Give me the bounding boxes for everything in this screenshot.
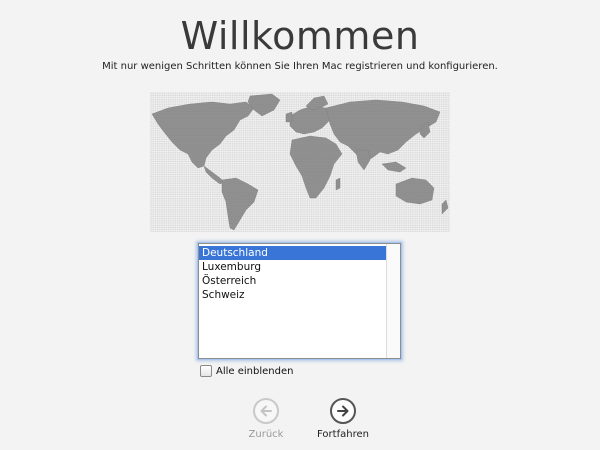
page-title: Willkommen bbox=[180, 14, 420, 58]
forward-arrow-icon bbox=[330, 398, 356, 424]
continue-label: Fortfahren bbox=[317, 429, 369, 440]
page-subtitle: Mit nur wenigen Schritten können Sie Ihr… bbox=[102, 61, 498, 72]
back-label: Zurück bbox=[248, 429, 284, 440]
continue-button[interactable]: Fortfahren bbox=[308, 398, 378, 440]
country-list[interactable]: Deutschland Luxemburg Österreich Schweiz bbox=[198, 243, 401, 359]
world-map-icon bbox=[150, 92, 450, 232]
show-all-checkbox[interactable] bbox=[200, 365, 212, 377]
list-scrollbar[interactable] bbox=[386, 244, 400, 358]
back-arrow-icon bbox=[253, 398, 279, 424]
show-all-label: Alle einblenden bbox=[216, 365, 294, 377]
list-item[interactable]: Österreich bbox=[199, 274, 386, 288]
list-item[interactable]: Schweiz bbox=[199, 288, 386, 302]
list-item[interactable]: Deutschland bbox=[199, 246, 386, 260]
back-button[interactable]: Zurück bbox=[231, 398, 301, 440]
show-all-option[interactable]: Alle einblenden bbox=[200, 365, 293, 377]
list-item[interactable]: Luxemburg bbox=[199, 260, 386, 274]
